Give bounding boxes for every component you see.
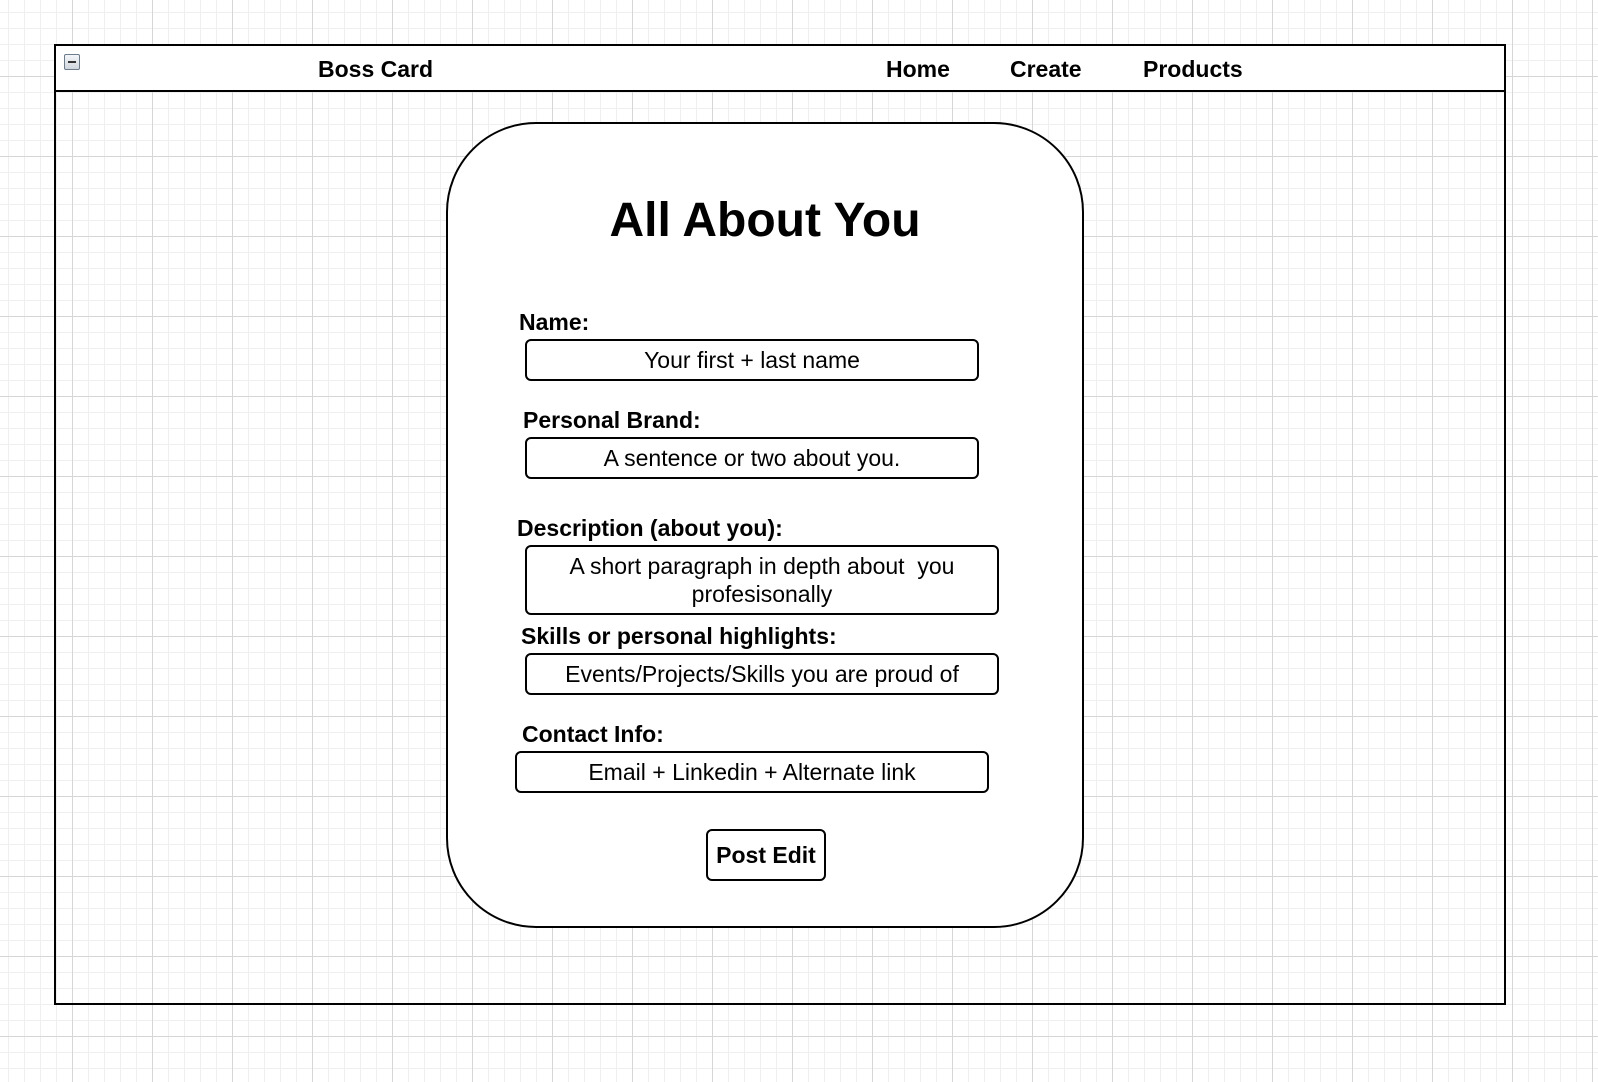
nav-link-create[interactable]: Create [1010, 56, 1082, 82]
nav-link-home[interactable]: Home [886, 56, 950, 82]
name-input-placeholder: Your first + last name [644, 347, 860, 373]
skills-label: Skills or personal highlights: [521, 623, 837, 649]
description-label: Description (about you): [517, 515, 783, 541]
description-input[interactable]: A short paragraph in depth about you pro… [525, 545, 999, 615]
nav-link-products[interactable]: Products [1143, 56, 1243, 82]
contact-info-label: Contact Info: [522, 721, 664, 747]
personal-brand-input[interactable]: A sentence or two about you. [525, 437, 979, 479]
skills-input-placeholder: Events/Projects/Skills you are proud of [565, 661, 959, 687]
skills-input[interactable]: Events/Projects/Skills you are proud of [525, 653, 999, 695]
brand-title: Boss Card [318, 56, 434, 82]
collapse-minus-icon[interactable] [64, 54, 80, 70]
name-label: Name: [519, 309, 590, 335]
personal-brand-input-placeholder: A sentence or two about you. [603, 445, 901, 471]
contact-info-input[interactable]: Email + Linkedin + Alternate link [515, 751, 989, 793]
description-placeholder-line-2: profesisonally [691, 581, 833, 607]
post-edit-button[interactable]: Post Edit [706, 829, 826, 881]
name-input[interactable]: Your first + last name [525, 339, 979, 381]
form-title: All About You [609, 194, 921, 247]
personal-brand-label: Personal Brand: [523, 407, 701, 433]
description-placeholder-line-1: A short paragraph in depth about you [569, 553, 955, 579]
profile-form-card: All About You Name: Your first + last na… [446, 122, 1084, 928]
nav-bar: Boss Card Home Create Products [56, 46, 1504, 92]
contact-info-input-placeholder: Email + Linkedin + Alternate link [588, 759, 916, 785]
